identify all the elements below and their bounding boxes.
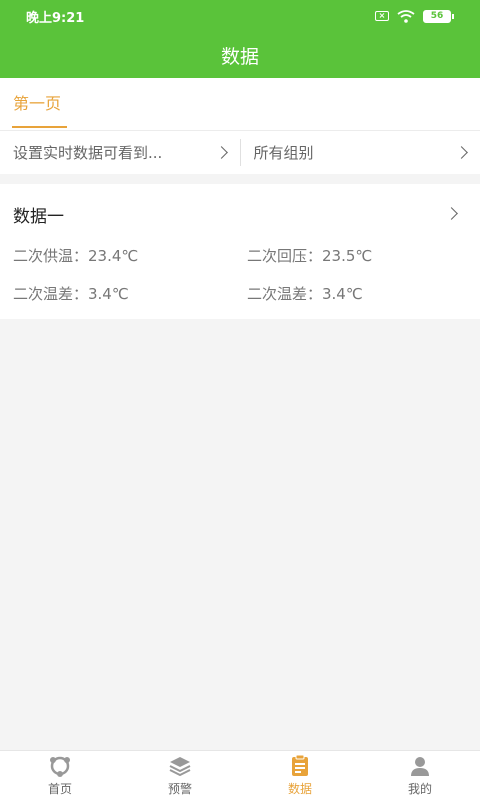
nav-home-label: 首页 xyxy=(47,781,72,796)
tab-page-one[interactable]: 第一页 xyxy=(13,78,61,130)
status-time: 晚上9:21 xyxy=(26,10,85,26)
nav-data-label: 数据 xyxy=(287,781,312,796)
status-icons: × 56 xyxy=(375,9,454,23)
chevron-right-icon xyxy=(455,146,468,159)
card-item-return-pressure: 二次回压：23.5℃ xyxy=(247,247,373,265)
home-icon xyxy=(50,756,70,777)
realtime-data-filter-label: 设置实时数据可看到... xyxy=(13,144,163,162)
card-item-supply-temp: 二次供温：23.4℃ xyxy=(13,247,139,265)
card-item-temp-diff: 二次温差：3.4℃ xyxy=(13,285,129,303)
card-item-temp-diff-2: 二次温差：3.4℃ xyxy=(247,285,363,303)
wifi-icon xyxy=(397,9,415,23)
chevron-right-icon xyxy=(214,146,228,159)
data-card[interactable]: 数据一 二次供温：23.4℃ 二次回压：23.5℃ 二次温差：3.4℃ 二次温差… xyxy=(0,184,480,319)
group-filter[interactable]: 所有组别 xyxy=(241,131,480,174)
bottom-nav: 首页 预警 数据 我的 xyxy=(0,750,480,800)
nav-home[interactable]: 首页 xyxy=(0,751,120,800)
battery-icon: 56 xyxy=(423,9,454,23)
card-title: 数据一 xyxy=(13,207,64,227)
nav-alerts[interactable]: 预警 xyxy=(120,751,240,800)
tab-bar: 第一页 xyxy=(0,78,480,130)
clipboard-icon xyxy=(292,754,308,776)
nav-mine-label: 我的 xyxy=(407,781,432,796)
nav-mine[interactable]: 我的 xyxy=(360,751,480,800)
tab-active-indicator xyxy=(12,126,67,128)
page-title: 数据 xyxy=(220,45,259,68)
status-bar: 晚上9:21 × 56 xyxy=(0,0,480,32)
no-sim-icon: × xyxy=(375,11,389,21)
user-icon xyxy=(411,756,429,776)
layers-icon xyxy=(169,756,191,776)
filter-row: 设置实时数据可看到... 所有组别 xyxy=(0,130,480,174)
group-filter-label: 所有组别 xyxy=(253,144,314,162)
battery-level: 56 xyxy=(423,9,451,23)
chevron-right-icon xyxy=(445,207,458,220)
nav-data[interactable]: 数据 xyxy=(240,751,360,800)
nav-alerts-label: 预警 xyxy=(167,781,192,796)
realtime-data-filter[interactable]: 设置实时数据可看到... xyxy=(0,131,240,174)
header: 晚上9:21 × 56 数据 xyxy=(0,0,480,78)
